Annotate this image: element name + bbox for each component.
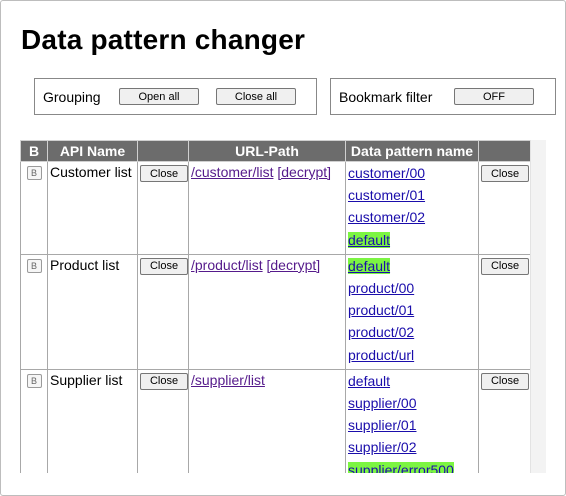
data-pattern-item: supplier/01 [348, 415, 478, 437]
data-pattern-link[interactable]: supplier/01 [348, 417, 417, 433]
url-path-cell: /supplier/list [188, 368, 346, 473]
open-all-button[interactable]: Open all [119, 88, 199, 105]
close-cell-right: Close [478, 368, 532, 473]
data-pattern-item: customer/00 [348, 163, 478, 185]
decrypt-link[interactable]: [decrypt] [277, 164, 331, 180]
vertical-scrollbar[interactable] [530, 140, 546, 473]
url-path-link[interactable]: /supplier/list [191, 372, 265, 388]
api-name: Product list [50, 256, 120, 273]
api-name: Customer list [50, 164, 132, 180]
column-header-url-path: URL-Path [188, 140, 346, 162]
url-path-wrapper: /customer/list [decrypt] [189, 162, 345, 180]
bookmark-toggle[interactable]: B [26, 166, 42, 180]
data-pattern-list: default supplier/00 supplier/01 supplier/02… [346, 370, 478, 473]
bookmark-filter-toggle[interactable]: OFF [454, 88, 534, 105]
data-pattern-item: default [348, 230, 478, 252]
data-pattern-item: product/00 [348, 278, 478, 300]
bookmark-cell: B [20, 368, 48, 473]
url-path-link[interactable]: /customer/list [191, 164, 273, 180]
data-pattern-link[interactable]: product/01 [348, 302, 414, 318]
close-group-button[interactable]: Close [140, 372, 188, 390]
close-group-button[interactable]: Close [140, 165, 188, 182]
close-group-button[interactable]: Close [140, 257, 188, 275]
data-pattern-item: product/01 [348, 300, 478, 322]
api-name: Supplier list [50, 371, 123, 388]
data-pattern-list: default product/00 product/01 product/02 pro… [346, 255, 478, 367]
data-pattern-link[interactable]: default [348, 373, 390, 389]
url-path-wrapper: /product/list [decrypt] [189, 255, 345, 273]
data-pattern-link[interactable]: product/00 [348, 280, 414, 296]
close-cell: Close [137, 161, 189, 255]
grouping-panel: Grouping Open all Close all [34, 78, 317, 115]
api-name-cell: Supplier list [47, 368, 138, 473]
api-table-container: B API Name URL-Path Data pattern name BC… [20, 140, 546, 473]
data-pattern-link-selected[interactable]: default [348, 257, 391, 274]
api-name-cell: Product list [47, 253, 138, 370]
column-header-b: B [20, 140, 48, 162]
url-path-cell: /customer/list [decrypt] [188, 161, 346, 255]
data-pattern-link[interactable]: supplier/02 [348, 439, 417, 455]
data-pattern-item: customer/02 [348, 207, 478, 229]
url-path-cell: /product/list [decrypt] [188, 253, 346, 370]
table-row: B Supplier list Close/supplier/list default… [20, 368, 532, 473]
api-name-cell: Customer list [47, 161, 138, 255]
page-title: Data pattern changer [21, 24, 306, 55]
data-pattern-item: default [348, 371, 478, 393]
grouping-label: Grouping [43, 89, 101, 105]
close-pattern-button[interactable]: Close [481, 257, 529, 275]
bookmark-cell: B [20, 161, 48, 255]
data-pattern-item: customer/01 [348, 185, 478, 207]
data-pattern-item: product/url [348, 345, 478, 367]
data-pattern-link-selected[interactable]: default [348, 231, 391, 248]
data-pattern-item: default [348, 256, 478, 278]
column-header-api-name: API Name [47, 140, 138, 162]
bookmark-cell: B [20, 253, 48, 370]
api-table: B API Name URL-Path Data pattern name BC… [20, 140, 532, 473]
data-pattern-item: supplier/error500 [348, 460, 478, 473]
data-pattern-link[interactable]: customer/00 [348, 165, 425, 181]
close-cell-right: Close [478, 161, 532, 255]
data-pattern-link[interactable]: supplier/00 [348, 395, 417, 411]
close-pattern-button[interactable]: Close [481, 165, 529, 182]
data-pattern-list: customer/00 customer/01 customer/02 default [346, 162, 478, 252]
data-pattern-link[interactable]: product/02 [348, 324, 414, 340]
data-pattern-link[interactable]: customer/01 [348, 187, 425, 203]
bookmark-filter-label: Bookmark filter [339, 89, 433, 105]
decrypt-link[interactable]: [decrypt] [266, 257, 320, 273]
bookmark-toggle[interactable]: B [26, 373, 42, 388]
url-path-link[interactable]: /product/list [191, 257, 263, 273]
table-row: B Customer list Close/customer/list [decry… [20, 161, 532, 255]
data-pattern-link[interactable]: customer/02 [348, 209, 425, 225]
close-cell-right: Close [478, 253, 532, 370]
url-path-wrapper: /supplier/list [189, 370, 345, 388]
column-header-blank [137, 140, 189, 162]
data-pattern-link[interactable]: product/url [348, 347, 414, 363]
data-pattern-item: product/02 [348, 322, 478, 344]
column-header-blank-2 [478, 140, 532, 162]
close-pattern-button[interactable]: Close [481, 372, 529, 390]
data-pattern-cell: customer/00 customer/01 customer/02 default [345, 161, 479, 255]
close-all-button[interactable]: Close all [216, 88, 296, 105]
table-header-row: B API Name URL-Path Data pattern name [20, 140, 532, 162]
table-row: B Product list Close/product/list [decrypt… [20, 253, 532, 370]
data-pattern-item: supplier/02 [348, 437, 478, 459]
close-cell: Close [137, 253, 189, 370]
column-header-data-pattern: Data pattern name [345, 140, 479, 162]
data-pattern-item: supplier/00 [348, 393, 478, 415]
data-pattern-cell: default product/00 product/01 product/02 pro… [345, 253, 479, 370]
data-pattern-link-selected[interactable]: supplier/error500 [348, 461, 454, 473]
data-pattern-cell: default supplier/00 supplier/01 supplier/02… [345, 368, 479, 473]
bookmark-toggle[interactable]: B [26, 258, 42, 273]
bookmark-filter-panel: Bookmark filter OFF [330, 78, 556, 115]
close-cell: Close [137, 368, 189, 473]
